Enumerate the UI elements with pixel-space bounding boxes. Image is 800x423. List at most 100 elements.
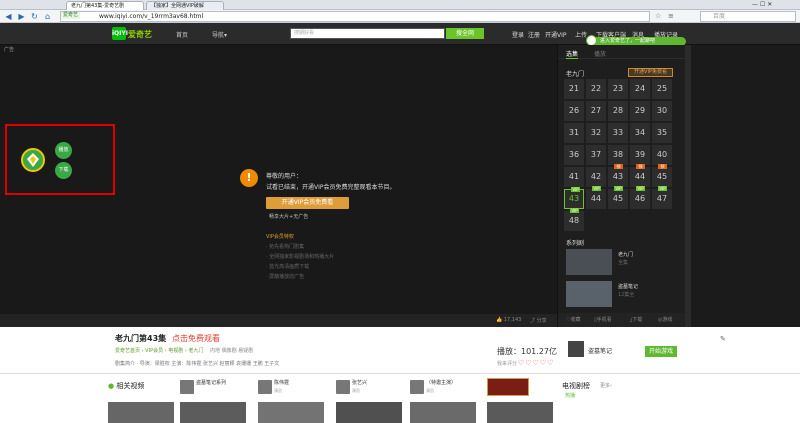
ranking-tab[interactable]: 热播 — [565, 392, 575, 399]
upload-link[interactable]: 上传 — [575, 30, 587, 39]
tab-episodes[interactable]: 选集 — [566, 49, 579, 59]
forward-icon[interactable]: ▶ — [16, 11, 27, 22]
episode-item[interactable]: 48 VIP — [564, 208, 584, 231]
episode-item[interactable]: 22 — [586, 79, 606, 99]
ranking-more-link[interactable]: 更多› — [600, 382, 612, 389]
episode-number: 24 — [634, 84, 646, 93]
feedback-icon[interactable]: ✎ — [720, 335, 726, 343]
ad-download-button[interactable]: 下载 — [55, 162, 72, 179]
promo-banner[interactable] — [487, 378, 529, 396]
logo-text[interactable]: 爱奇艺 — [128, 29, 152, 40]
series-name[interactable]: 老九门 — [618, 251, 633, 258]
video-card[interactable] — [336, 402, 402, 423]
related-item[interactable]: 盗墓笔记系列 — [180, 380, 240, 396]
site-search-button[interactable]: 搜全网 — [446, 28, 484, 39]
site-search-input[interactable]: 搜期好看 — [290, 28, 445, 39]
login-link[interactable]: 登录 — [512, 30, 524, 39]
series-thumb[interactable] — [566, 249, 612, 275]
nav-home[interactable]: 首页 — [176, 30, 188, 39]
download-button[interactable]: ⤓下载 — [630, 316, 642, 323]
logo-icon[interactable]: iQIYI — [112, 27, 128, 40]
share-button[interactable]: ⤴ 分享 — [530, 317, 547, 324]
episode-item[interactable]: 46 VIP — [630, 186, 650, 209]
episode-item[interactable]: 24 — [630, 79, 650, 99]
episode-item[interactable]: 38 — [608, 145, 628, 165]
episode-item[interactable]: 41 — [564, 167, 584, 187]
episode-item[interactable]: 45 预 — [652, 164, 672, 187]
episode-item[interactable]: 30 — [652, 101, 672, 121]
video-info-area: 老九门第43集 点击免费观看 爱奇艺首页 › VIP会员 › 电视剧 › 老九门… — [0, 327, 800, 423]
episode-item[interactable]: 40 — [652, 145, 672, 165]
series-thumb[interactable] — [566, 281, 612, 307]
ad-play-button[interactable]: 播放 — [55, 142, 72, 159]
episode-item[interactable]: 36 — [564, 145, 584, 165]
video-card[interactable] — [487, 402, 553, 423]
episode-item[interactable]: 28 — [608, 101, 628, 121]
related-item[interactable]: 张艺兴 演员 — [336, 380, 396, 396]
back-icon[interactable]: ◀ — [3, 11, 14, 22]
episode-number: 47 — [656, 194, 668, 203]
window-controls[interactable]: — ☐ ✕ — [752, 1, 772, 8]
episode-item[interactable]: 23 — [608, 79, 628, 99]
app-logo-icon[interactable] — [21, 148, 45, 172]
episode-item[interactable]: 21 — [564, 79, 584, 99]
episode-item[interactable]: 42 — [586, 167, 606, 187]
diamond-icon — [27, 153, 39, 167]
video-card[interactable] — [180, 402, 246, 423]
episode-item[interactable]: 33 — [608, 123, 628, 143]
game-button[interactable]: ◎游戏 — [658, 316, 672, 323]
episode-item[interactable]: 27 — [586, 101, 606, 121]
episode-item[interactable]: 37 — [586, 145, 606, 165]
episode-item[interactable]: 35 — [652, 123, 672, 143]
menu-icon[interactable]: ≡ — [668, 12, 674, 20]
episode-item[interactable]: 47 VIP — [652, 186, 672, 209]
vip-free-watch-button[interactable]: 开通VIP会员免费看 — [266, 197, 349, 209]
episode-item[interactable]: 26 — [564, 101, 584, 121]
episode-badge: 预 — [636, 164, 645, 169]
tab-other[interactable]: 播放 — [594, 49, 606, 58]
favorite-button[interactable]: ♡收藏 — [566, 316, 581, 323]
nav-guide[interactable]: 导航▾ — [212, 30, 227, 39]
episode-item[interactable]: 43 预 — [608, 164, 628, 187]
episode-number: 31 — [568, 128, 580, 137]
video-card[interactable] — [410, 402, 476, 423]
game-thumb[interactable] — [568, 341, 584, 357]
episode-item[interactable]: 43 VIP — [564, 187, 584, 209]
episode-item[interactable]: 34 — [630, 123, 650, 143]
register-link[interactable]: 注册 — [528, 30, 540, 39]
related-item[interactable]: （特邀主演） 演员 — [410, 380, 470, 396]
open-vip-link[interactable]: 开通VIP — [545, 30, 567, 39]
star-icon[interactable]: ☆ — [655, 12, 661, 20]
series-name[interactable]: 盗墓笔记 — [618, 283, 638, 290]
open-vip-free-button[interactable]: 开通VIP免费看 — [628, 68, 673, 77]
url-input[interactable]: www.iqiyi.com/v_19rrm3av68.html — [60, 11, 650, 22]
free-watch-link[interactable]: 点击免费观看 — [172, 333, 220, 344]
tag[interactable]: 偶像剧 — [222, 348, 237, 354]
browser-search[interactable]: 百度 — [700, 11, 796, 22]
mobile-watch-button[interactable]: ▯手机看 — [594, 316, 612, 323]
browser-tab[interactable]: 【独家】全网通VIP破解 — [146, 1, 224, 10]
episode-item[interactable]: 31 — [564, 123, 584, 143]
breadcrumb[interactable]: 爱奇艺首页 › VIP会员 › 电视剧 › 老九门 — [115, 347, 203, 354]
episode-item[interactable]: 32 — [586, 123, 606, 143]
start-game-button[interactable]: 开始游戏 — [645, 346, 677, 357]
episode-number: 33 — [612, 128, 624, 137]
thumb-up-icon[interactable]: 👍 — [496, 317, 502, 323]
tag[interactable]: 悬疑剧 — [238, 348, 253, 354]
episode-item[interactable]: 44 VIP — [586, 186, 606, 209]
video-card[interactable] — [108, 402, 174, 423]
address-bar: ◀ ▶ ↻ ⌂ www.iqiyi.com/v_19rrm3av68.html … — [0, 10, 800, 23]
episode-item[interactable]: 44 预 — [630, 164, 650, 187]
rating-stars[interactable]: ♡♡♡♡♡ — [518, 359, 554, 367]
home-icon[interactable]: ⌂ — [42, 11, 53, 22]
episode-item[interactable]: 29 — [630, 101, 650, 121]
reload-icon[interactable]: ↻ — [29, 11, 40, 22]
tag[interactable]: 内地 — [210, 348, 220, 354]
episode-item[interactable]: 25 — [652, 79, 672, 99]
episode-item[interactable]: 45 VIP — [608, 186, 628, 209]
related-item[interactable]: 陈伟霆 演员 — [258, 380, 318, 396]
video-card[interactable] — [258, 402, 324, 423]
episode-item[interactable]: 39 — [630, 145, 650, 165]
video-player[interactable]: 广告 播放 下载 ! 尊敬的用户： 试看已结束，开通VIP会员免费完整观看本节目… — [0, 45, 557, 327]
browser-tab-active[interactable]: 老九门第43集-爱奇艺剧 — [66, 1, 144, 10]
